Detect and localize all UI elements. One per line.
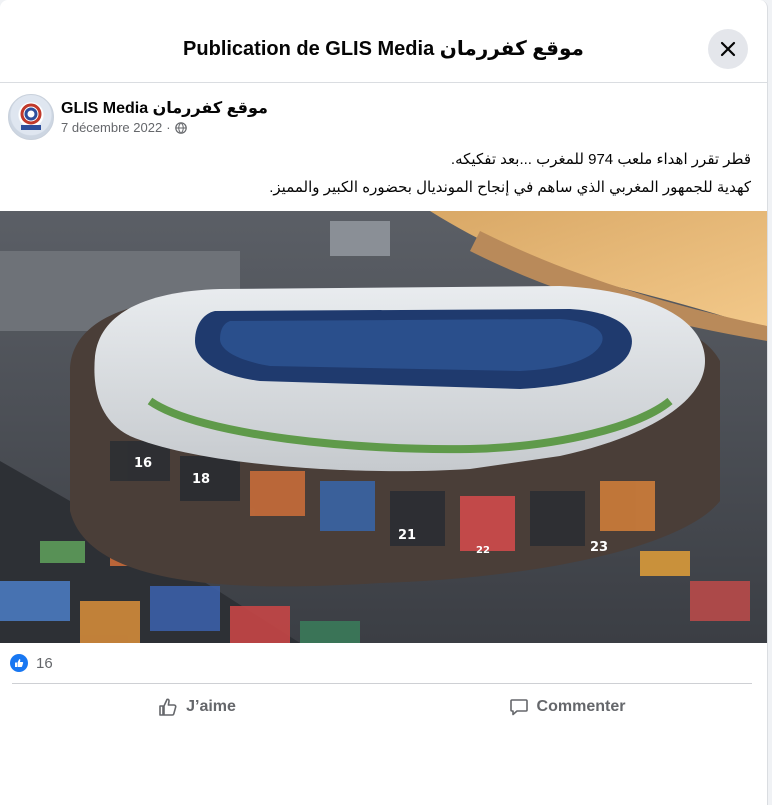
post-modal: Publication de GLIS Media موقع كفررمان G…: [0, 0, 768, 805]
avatar[interactable]: [8, 94, 54, 140]
post-date[interactable]: 7 décembre 2022: [61, 120, 162, 135]
post-actions: J’aime Commenter: [12, 688, 752, 726]
close-icon: [720, 41, 736, 57]
post-text: قطر تقرر اهداء ملعب 974 للمغرب ...بعد تف…: [16, 146, 751, 202]
container-number-label: 23: [590, 540, 608, 555]
like-reaction-icon: [10, 654, 28, 672]
post-meta: 7 décembre 2022 ·: [61, 120, 187, 135]
comment-icon: [509, 699, 528, 716]
meta-separator: ·: [166, 120, 171, 135]
container-number-label: 21: [398, 528, 416, 543]
like-button[interactable]: J’aime: [12, 688, 382, 726]
container-number-label: 22: [476, 545, 490, 556]
post-photo[interactable]: 16 18 21 22 23: [0, 211, 767, 643]
divider: [12, 683, 752, 684]
reaction-count[interactable]: 16: [36, 655, 53, 672]
post-text-line: قطر تقرر اهداء ملعب 974 للمغرب ...بعد تف…: [450, 151, 751, 168]
author-name[interactable]: GLIS Media موقع كفررمان: [61, 98, 268, 118]
like-label: J’aime: [186, 698, 236, 715]
modal-title: Publication de GLIS Media موقع كفررمان: [183, 38, 584, 60]
container-number-label: 18: [192, 472, 210, 487]
close-button[interactable]: [708, 29, 748, 69]
comment-button[interactable]: Commenter: [382, 688, 752, 726]
post-text-line: كهدية للجمهور المغربي الذي ساهم في إنجاح…: [269, 179, 751, 196]
reaction-summary[interactable]: 16: [10, 654, 53, 672]
thumbs-up-icon: [159, 698, 177, 716]
glis-logo-icon: [20, 103, 42, 130]
stadium-photo: 16 18 21 22 23: [0, 211, 767, 643]
globe-icon: [174, 121, 187, 134]
post-author-row: GLIS Media موقع كفررمان 7 décembre 2022 …: [8, 94, 748, 142]
modal-header: Publication de GLIS Media موقع كفررمان: [0, 16, 767, 83]
container-number-label: 16: [134, 456, 152, 471]
comment-label: Commenter: [536, 698, 626, 715]
